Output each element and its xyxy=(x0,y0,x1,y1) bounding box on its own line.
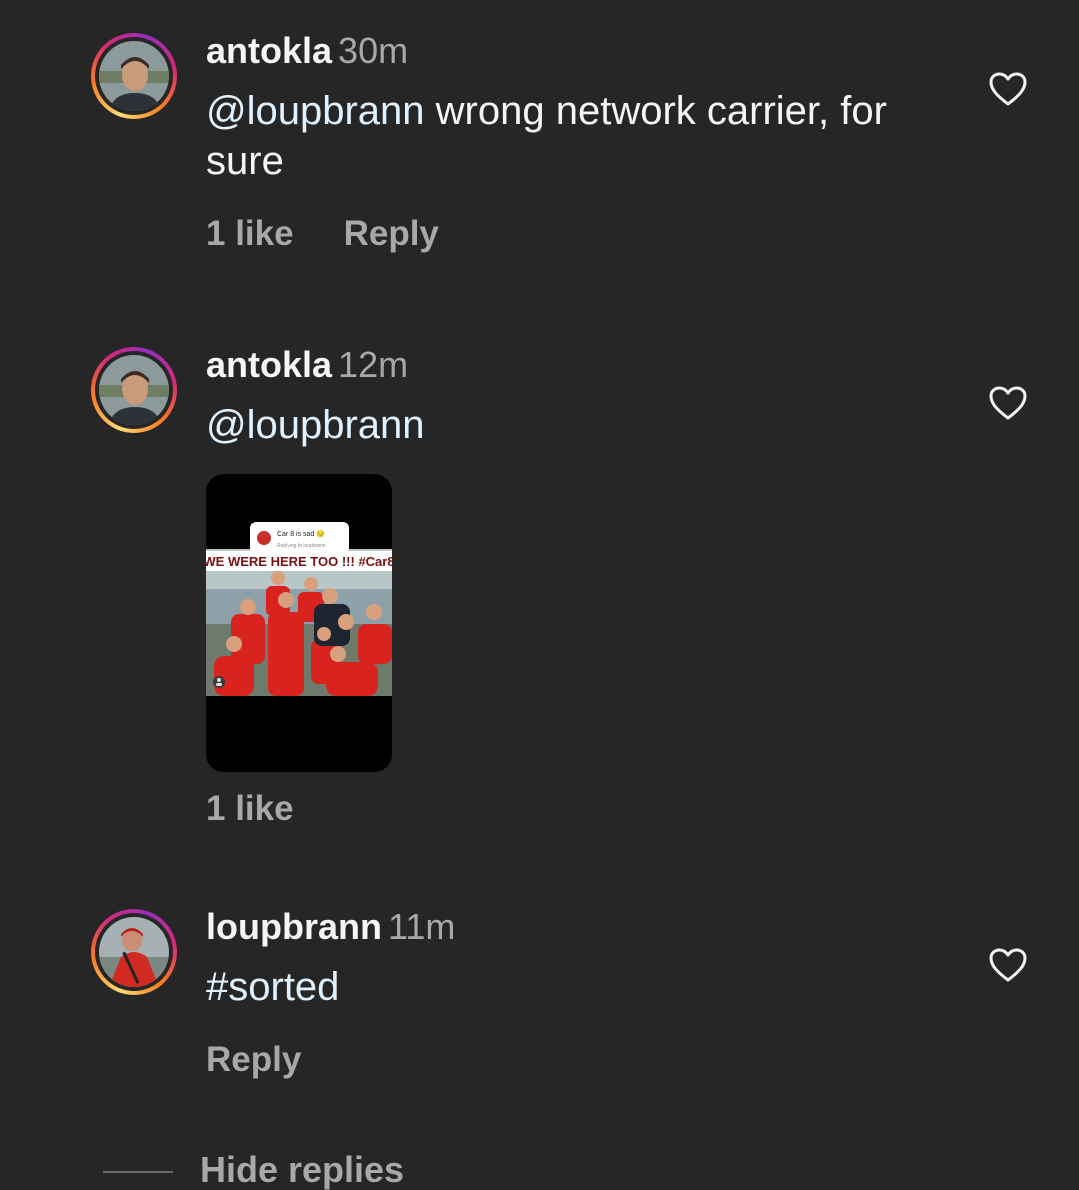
like-count[interactable]: 1 like xyxy=(206,214,294,253)
comment-text: @loupbrann wrong network carrier, for su… xyxy=(206,86,946,186)
replies-divider xyxy=(103,1171,173,1173)
mention-link[interactable]: @loupbrann xyxy=(206,403,425,447)
heart-outline-icon[interactable] xyxy=(988,71,1028,107)
avatar[interactable] xyxy=(91,347,177,433)
avatar[interactable] xyxy=(91,33,177,119)
heart-outline-icon[interactable] xyxy=(988,947,1028,983)
reply-button[interactable]: Reply xyxy=(206,1040,301,1079)
comment-timestamp: 30m xyxy=(338,30,409,71)
like-count[interactable]: 1 like xyxy=(206,789,294,828)
hashtag-link[interactable]: #sorted xyxy=(206,965,339,1009)
mention-link[interactable]: @loupbrann xyxy=(206,89,425,133)
comment-username[interactable]: loupbrann xyxy=(206,906,382,947)
story-banner-text: WE WERE HERE TOO !!! #Car8 xyxy=(206,554,392,569)
hide-replies-button[interactable]: Hide replies xyxy=(200,1150,404,1190)
reply-button[interactable]: Reply xyxy=(344,214,439,253)
comment-username[interactable]: antokla xyxy=(206,344,332,385)
comment-timestamp: 12m xyxy=(338,344,409,385)
comment-timestamp: 11m xyxy=(387,906,456,947)
story-sticker-title: Car 8 is sad 😔 xyxy=(277,529,325,538)
heart-outline-icon[interactable] xyxy=(988,385,1028,421)
story-reply-thumbnail[interactable]: WE WERE HERE TOO !!! #Car8 Car 8 is sad … xyxy=(206,474,392,772)
story-sticker-subtitle: Replying to loupbrann xyxy=(277,543,326,549)
avatar[interactable] xyxy=(91,909,177,995)
comment-username[interactable]: antokla xyxy=(206,30,332,71)
